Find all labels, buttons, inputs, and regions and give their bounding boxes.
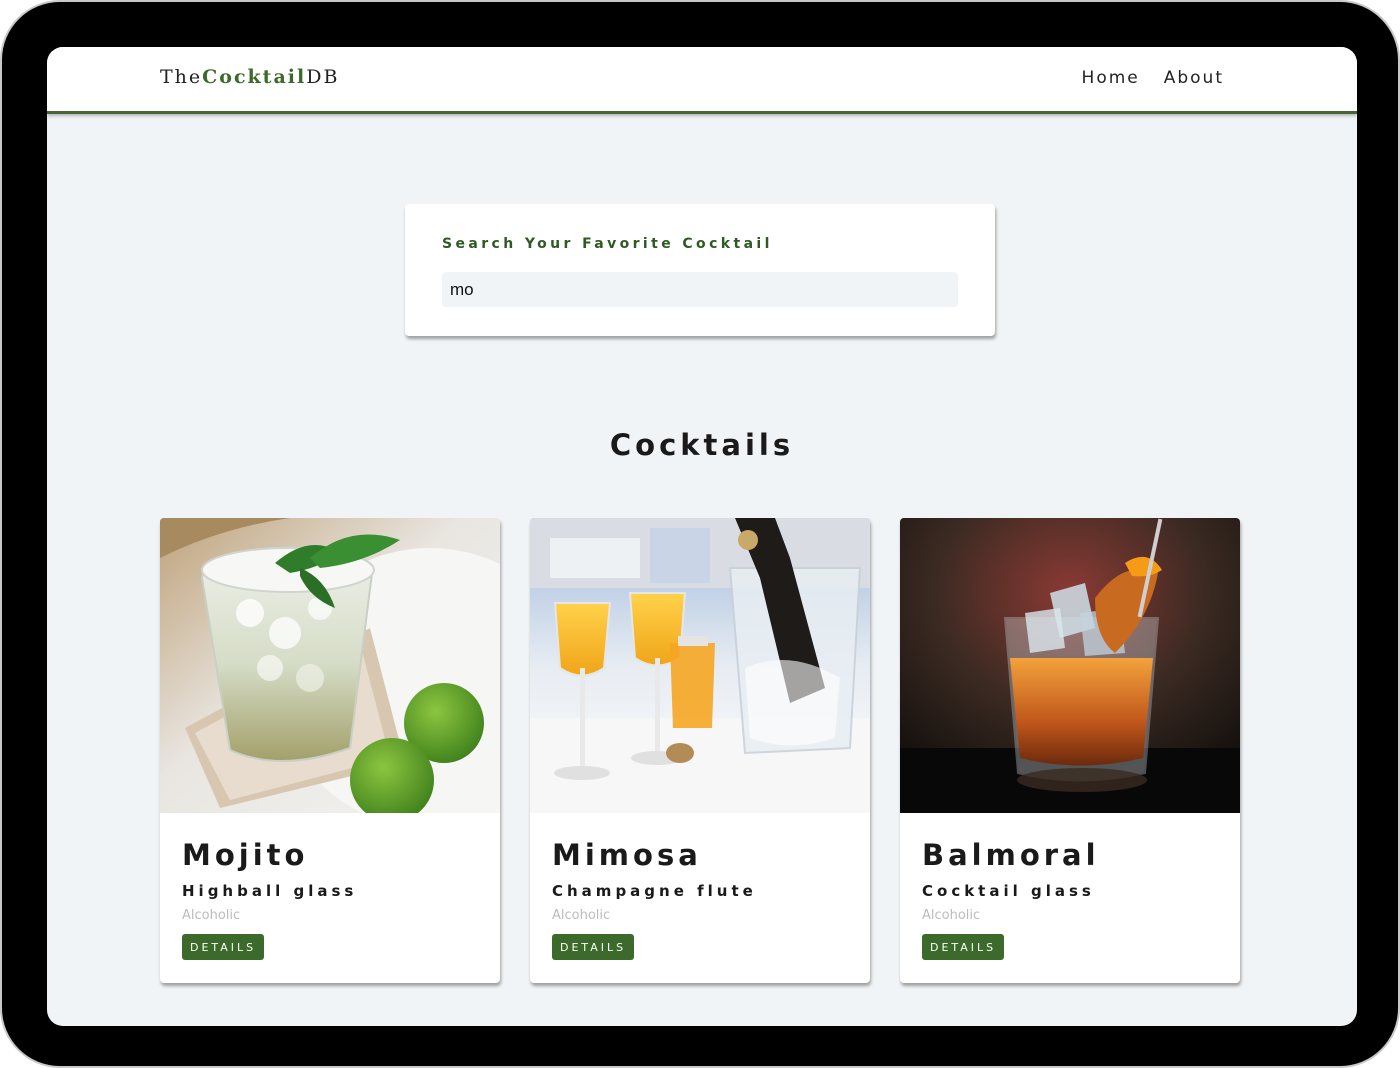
cocktail-glass: Champagne flute [552, 882, 757, 900]
cocktail-name: Mojito [182, 838, 309, 872]
tablet-frame: TheCocktailDB Home About Search Your Fav… [2, 2, 1398, 1066]
search-input[interactable] [442, 272, 958, 307]
search-form: Search Your Favorite Cocktail [405, 204, 995, 336]
cocktail-card-mojito: Mojito Highball glass Alcoholic DETAILS [160, 518, 500, 983]
cocktail-card-balmoral: Balmoral Cocktail glass Alcoholic DETAIL… [900, 518, 1240, 983]
navbar: TheCocktailDB Home About [47, 47, 1357, 114]
details-button-mojito[interactable]: DETAILS [182, 934, 265, 960]
cocktail-name: Mimosa [552, 838, 702, 872]
cocktail-glass: Highball glass [182, 882, 358, 900]
nav-link-about[interactable]: About [1164, 68, 1224, 88]
cocktail-name: Balmoral [922, 838, 1100, 872]
balmoral-photo [900, 518, 1240, 813]
logo-suffix: DB [306, 66, 340, 88]
cocktail-image-mimosa [530, 518, 870, 813]
cocktail-image-balmoral [900, 518, 1240, 813]
mojito-photo [160, 518, 500, 813]
site-logo[interactable]: TheCocktailDB [160, 66, 339, 88]
cocktail-glass: Cocktail glass [922, 882, 1095, 900]
cocktail-image-mojito [160, 518, 500, 813]
nav-links: Home About [1082, 68, 1224, 88]
mimosa-photo [530, 518, 870, 813]
section-title: Cocktails [609, 428, 795, 462]
browser-viewport: TheCocktailDB Home About Search Your Fav… [47, 47, 1357, 1026]
logo-accent: Cocktail [202, 66, 307, 88]
cocktail-info: Alcoholic [922, 908, 981, 923]
logo-prefix: The [160, 66, 203, 88]
details-button-mimosa[interactable]: DETAILS [552, 934, 635, 960]
nav-link-home[interactable]: Home [1082, 68, 1140, 88]
details-button-balmoral[interactable]: DETAILS [922, 934, 1005, 960]
cocktail-card-mimosa: Mimosa Champagne flute Alcoholic DETAILS [530, 518, 870, 983]
cocktail-info: Alcoholic [182, 908, 241, 923]
cocktail-info: Alcoholic [552, 908, 611, 923]
search-label: Search Your Favorite Cocktail [442, 236, 773, 252]
